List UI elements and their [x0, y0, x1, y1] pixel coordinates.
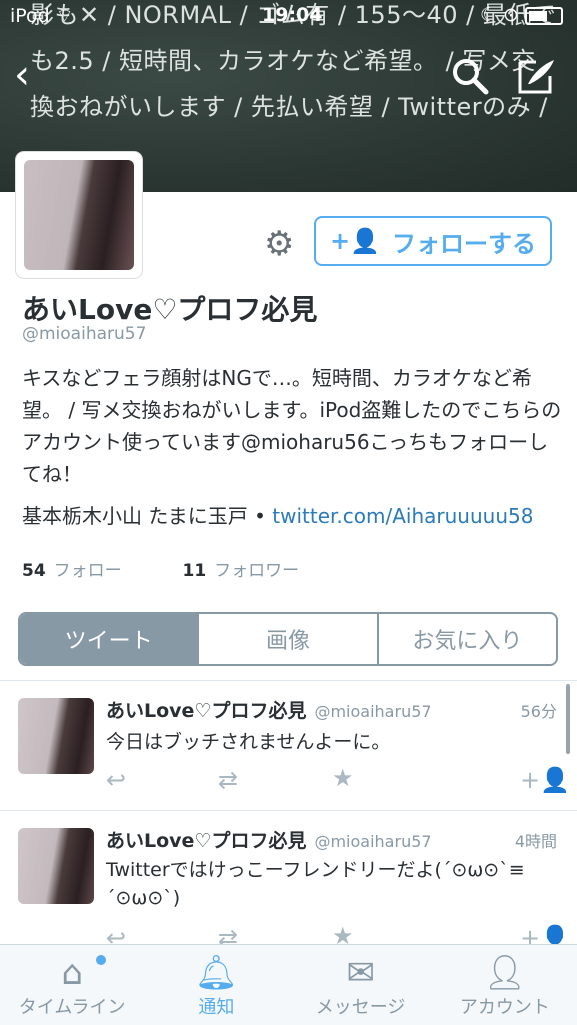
status-time: 19:04: [262, 4, 323, 26]
followers-label: フォロワー: [214, 561, 300, 581]
moon-icon: ☾: [479, 4, 497, 26]
nav-notifications-label: 通知: [198, 997, 235, 1018]
nav-messages-label: メッセージ: [315, 997, 406, 1018]
bell-icon: 🔔︎: [194, 953, 238, 993]
profile-stats: 54 フォロー 11 フォロワー: [22, 556, 299, 581]
new-indicator-dot: [96, 955, 106, 965]
profile-avatar[interactable]: [16, 152, 142, 278]
add-user-icon: +👤: [330, 227, 380, 255]
follow-button[interactable]: +👤 フォローする: [314, 216, 552, 266]
tweet-author-name: あいLove♡プロフ必見: [106, 700, 307, 722]
envelope-icon: ✉: [346, 953, 375, 993]
follow-user-icon[interactable]: +👤: [520, 766, 570, 794]
divider: [0, 810, 577, 811]
divider: [0, 680, 577, 681]
retweet-icon[interactable]: ⇄: [218, 766, 238, 794]
tweet-author-handle: @mioaiharu57: [314, 832, 432, 851]
tweet-time: 4時間: [514, 832, 557, 851]
tweet-text: Twitterではけっこーフレンドリーだよ(´⊙ω⊙`≡´⊙ω⊙`): [106, 859, 525, 909]
nav-timeline-label: タイムライン: [18, 997, 126, 1018]
compose-icon[interactable]: [514, 54, 558, 98]
reply-icon[interactable]: ↩: [106, 766, 126, 794]
following-stat[interactable]: 54 フォロー: [22, 561, 122, 581]
bottom-nav: ⌂ タイムライン 🔔︎ 通知 ✉ メッセージ 👤︎ アカウント: [0, 944, 577, 1025]
back-icon[interactable]: ‹: [14, 52, 30, 98]
nav-account[interactable]: 👤︎ アカウント: [433, 945, 577, 1025]
lock-rotation-icon: ⊙: [503, 4, 519, 26]
tab-favorites[interactable]: お気に入り: [376, 614, 556, 664]
separator-dot: •: [254, 504, 273, 528]
tweet-avatar[interactable]: [18, 698, 94, 774]
avatar-image: [24, 160, 134, 270]
wifi-icon: ︎⌔: [55, 5, 74, 27]
person-icon: 👤︎: [483, 953, 527, 993]
profile-url[interactable]: twitter.com/Aiharuuuuu58: [272, 504, 533, 528]
tab-tweets[interactable]: ツイート: [20, 614, 198, 664]
profile-tabs: ツイート 画像 お気に入り: [18, 612, 558, 666]
profile-bio: キスなどフェラ顔射はNGで…。短時間、カラオケなど希望。 / 写メ交換おねがいし…: [22, 366, 562, 486]
follow-button-label: フォローする: [392, 229, 536, 258]
search-icon[interactable]: [450, 56, 490, 96]
profile-location: 基本栃木小山 たまに玉戸: [22, 504, 248, 528]
profile-name: あいLove♡プロフ必見: [22, 293, 318, 326]
carrier-label: iPod: [10, 5, 50, 27]
profile-handle: @mioaiharu57: [22, 324, 147, 344]
tweet-author-name: あいLove♡プロフ必見: [106, 830, 307, 852]
followers-count: 11: [182, 561, 207, 581]
tweet-author: あいLove♡プロフ必見 @mioaiharu57: [106, 826, 432, 853]
favorite-icon[interactable]: ★: [332, 764, 354, 792]
nav-account-label: アカウント: [459, 997, 550, 1018]
following-count: 54: [22, 561, 46, 581]
nav-notifications[interactable]: 🔔︎ 通知: [144, 945, 288, 1025]
gear-icon[interactable]: ⚙: [264, 224, 294, 264]
tab-images[interactable]: 画像: [197, 614, 376, 664]
home-icon: ⌂: [61, 953, 83, 993]
tweet-author: あいLove♡プロフ必見 @mioaiharu57: [106, 696, 432, 723]
followers-stat[interactable]: 11 フォロワー: [182, 561, 299, 581]
status-right-icons: ☾ ⊙: [480, 4, 563, 32]
profile-location-row: 基本栃木小山 たまに玉戸 • twitter.com/Aiharuuuuu58: [22, 500, 533, 529]
scrollbar[interactable]: [566, 684, 570, 754]
tweet-text: 今日はブッチされませんよーに。: [106, 731, 391, 753]
status-carrier: iPod ︎⌔: [10, 4, 74, 32]
battery-icon: [525, 6, 563, 25]
following-label: フォロー: [53, 561, 122, 581]
nav-timeline[interactable]: ⌂ タイムライン: [0, 945, 144, 1025]
tweet-time: 56分: [520, 702, 557, 721]
tweet-author-handle: @mioaiharu57: [314, 702, 432, 721]
tweet-avatar[interactable]: [18, 828, 94, 904]
nav-messages[interactable]: ✉ メッセージ: [289, 945, 433, 1025]
